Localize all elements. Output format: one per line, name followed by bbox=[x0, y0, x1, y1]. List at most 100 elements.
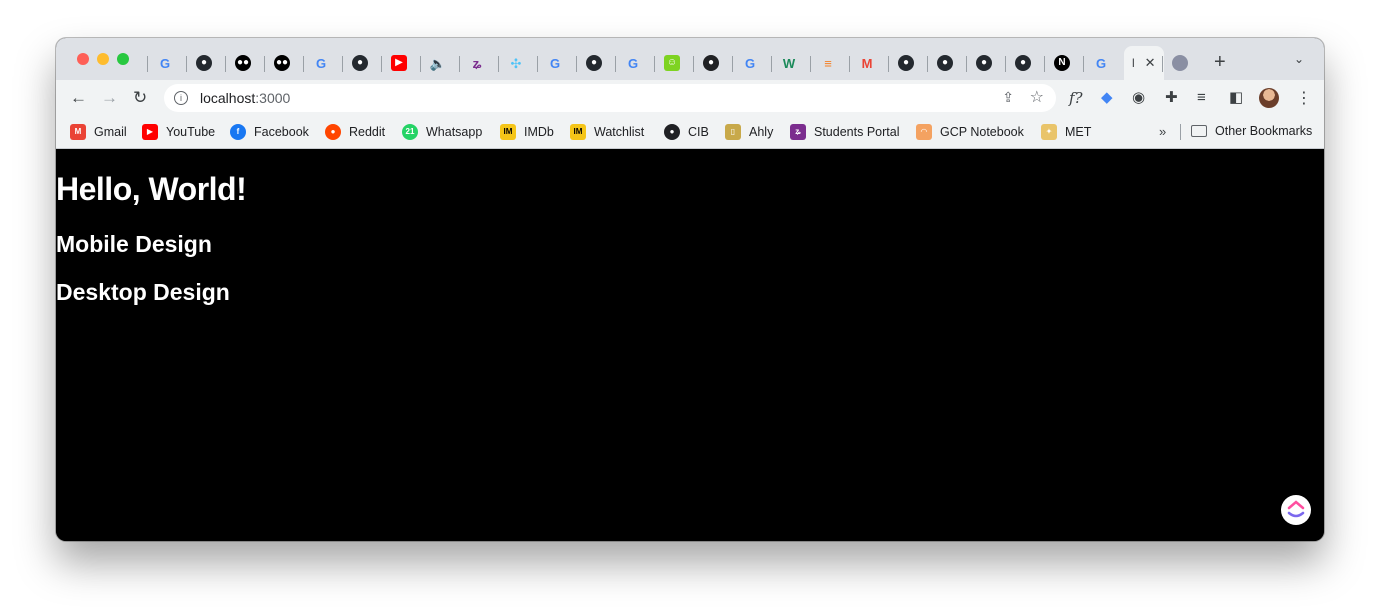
tab-separator bbox=[381, 56, 382, 72]
github-icon: ● bbox=[352, 55, 368, 71]
tab-16[interactable]: G bbox=[732, 52, 764, 74]
browser-window: G ● ●● ●● G ● ▶ 🔈 ʑ ✣ G ● G ☺ ● G W ≡ M ● ● ● ● N G l ✕ + ⌄ ← → … bbox=[56, 38, 1324, 541]
bookmark-facebook[interactable]: f Facebook bbox=[230, 124, 309, 140]
tab-21[interactable]: ● bbox=[927, 52, 959, 74]
gcp-icon: ◠ bbox=[916, 124, 932, 140]
bookmark-gmail[interactable]: M Gmail bbox=[70, 124, 127, 140]
bookmark-gcp-notebook[interactable]: ◠ GCP Notebook bbox=[916, 124, 1024, 140]
close-window-button[interactable] bbox=[77, 53, 89, 65]
active-tab[interactable]: l ✕ bbox=[1124, 46, 1164, 80]
tab-9[interactable]: ʑ bbox=[459, 52, 491, 74]
tab-separator bbox=[264, 56, 265, 72]
reddit-icon: ● bbox=[325, 124, 341, 140]
forward-arrow-icon[interactable]: → bbox=[101, 88, 118, 108]
back-arrow-icon[interactable]: ← bbox=[70, 88, 87, 108]
bookmark-imdb[interactable]: IM IMDb bbox=[500, 124, 554, 140]
medium-icon: ●● bbox=[274, 55, 290, 71]
bookmark-label: Whatsapp bbox=[426, 125, 483, 139]
tab-25[interactable]: G bbox=[1083, 52, 1115, 74]
google-icon: G bbox=[744, 55, 756, 71]
github-icon: ● bbox=[937, 55, 953, 71]
google-icon: G bbox=[315, 55, 327, 71]
nextjs-icon: N bbox=[1054, 55, 1070, 71]
share-icon[interactable]: ⇪ bbox=[1002, 89, 1014, 106]
tab-6[interactable]: ● bbox=[342, 52, 374, 74]
clickup-icon bbox=[1287, 500, 1305, 518]
function-icon[interactable]: f? bbox=[1069, 89, 1083, 107]
reading-list-icon[interactable]: ≡ bbox=[1197, 89, 1206, 107]
github-icon: ● bbox=[898, 55, 914, 71]
tab-separator bbox=[498, 56, 499, 72]
incognito-icon[interactable]: ◉ bbox=[1132, 89, 1145, 107]
met-icon: ✦ bbox=[1041, 124, 1057, 140]
address-bar[interactable]: i localhost:3000 ⇪ ☆ bbox=[164, 84, 1056, 112]
bookmark-ahly[interactable]: ▯ Ahly bbox=[725, 124, 773, 140]
tab-search-icon[interactable]: ⌄ bbox=[1294, 52, 1304, 66]
avatar[interactable] bbox=[1259, 88, 1279, 108]
profile-tab-icon bbox=[1172, 55, 1188, 71]
tab-7[interactable]: ▶ bbox=[381, 52, 413, 74]
tab-separator bbox=[1083, 56, 1084, 72]
menu-kebab-icon[interactable]: ⋮ bbox=[1296, 88, 1312, 108]
mobile-design-heading: Mobile Design bbox=[56, 231, 212, 257]
tab-24[interactable]: N bbox=[1044, 52, 1076, 74]
other-bookmarks-label: Other Bookmarks bbox=[1215, 124, 1313, 138]
tab-separator bbox=[459, 56, 460, 72]
facebook-icon: f bbox=[230, 124, 246, 140]
w-icon: W bbox=[782, 55, 796, 71]
tab-12[interactable]: ● bbox=[576, 52, 608, 74]
bookmark-label: YouTube bbox=[166, 125, 216, 139]
bookmark-students-portal[interactable]: ʑ Students Portal bbox=[790, 124, 899, 140]
tab-20[interactable]: ● bbox=[888, 52, 920, 74]
minimize-window-button[interactable] bbox=[97, 53, 109, 65]
page-content: Hello, World! Mobile Design Desktop Desi… bbox=[56, 149, 1324, 541]
folder-icon bbox=[1191, 125, 1207, 137]
tab-18[interactable]: ≡ bbox=[810, 52, 842, 74]
tab-23[interactable]: ● bbox=[1005, 52, 1037, 74]
tab-11[interactable]: G bbox=[537, 52, 569, 74]
bookmark-whatsapp[interactable]: 21 Whatsapp bbox=[402, 124, 482, 140]
youtube-icon: ▶ bbox=[142, 124, 158, 140]
bookmark-youtube[interactable]: ▶ YouTube bbox=[142, 124, 215, 140]
tab-separator bbox=[342, 56, 343, 72]
tab-profile[interactable] bbox=[1162, 52, 1194, 74]
tab-14[interactable]: ☺ bbox=[654, 52, 686, 74]
bookmark-label: GCP Notebook bbox=[940, 125, 1024, 139]
tab-separator bbox=[654, 56, 655, 72]
bookmark-met[interactable]: ✦ MET bbox=[1041, 124, 1091, 140]
tab-19[interactable]: M bbox=[849, 52, 881, 74]
tab-2[interactable]: ● bbox=[186, 52, 218, 74]
tab-5[interactable]: G bbox=[303, 52, 335, 74]
tab-separator bbox=[1044, 56, 1045, 72]
github-icon: ● bbox=[586, 55, 602, 71]
zoom-window-button[interactable] bbox=[117, 53, 129, 65]
tab-1[interactable]: G bbox=[147, 52, 179, 74]
bookmark-cib[interactable]: ● CIB bbox=[664, 124, 709, 140]
tab-separator bbox=[849, 56, 850, 72]
tab-4[interactable]: ●● bbox=[264, 52, 296, 74]
tab-3[interactable]: ●● bbox=[225, 52, 257, 74]
tag-icon[interactable]: ◆ bbox=[1101, 89, 1113, 107]
medium-icon: ●● bbox=[235, 55, 251, 71]
tab-10[interactable]: ✣ bbox=[498, 52, 530, 74]
close-tab-icon[interactable]: ✕ bbox=[1145, 55, 1156, 71]
clickup-widget-button[interactable] bbox=[1281, 495, 1311, 525]
bookmark-reddit[interactable]: ● Reddit bbox=[325, 124, 385, 140]
tab-separator bbox=[732, 56, 733, 72]
site-info-icon[interactable]: i bbox=[174, 91, 188, 105]
smiley-icon: ☺ bbox=[664, 55, 680, 71]
reload-icon[interactable]: ↻ bbox=[133, 88, 147, 108]
new-tab-button[interactable]: + bbox=[1214, 51, 1226, 74]
bookmark-watchlist[interactable]: IM Watchlist bbox=[570, 124, 644, 140]
other-bookmarks-folder[interactable]: Other Bookmarks bbox=[1191, 124, 1312, 138]
tab-17[interactable]: W bbox=[771, 52, 803, 74]
bookmarks-divider bbox=[1180, 124, 1181, 140]
tab-13[interactable]: G bbox=[615, 52, 647, 74]
tab-8[interactable]: 🔈 bbox=[420, 52, 452, 74]
puzzle-icon[interactable]: ✚ bbox=[1165, 89, 1178, 107]
tab-15[interactable]: ● bbox=[693, 52, 725, 74]
tab-22[interactable]: ● bbox=[966, 52, 998, 74]
side-panel-icon[interactable]: ◧ bbox=[1229, 89, 1243, 107]
bookmarks-overflow-icon[interactable]: » bbox=[1159, 124, 1166, 139]
bookmark-star-icon[interactable]: ☆ bbox=[1030, 87, 1044, 107]
